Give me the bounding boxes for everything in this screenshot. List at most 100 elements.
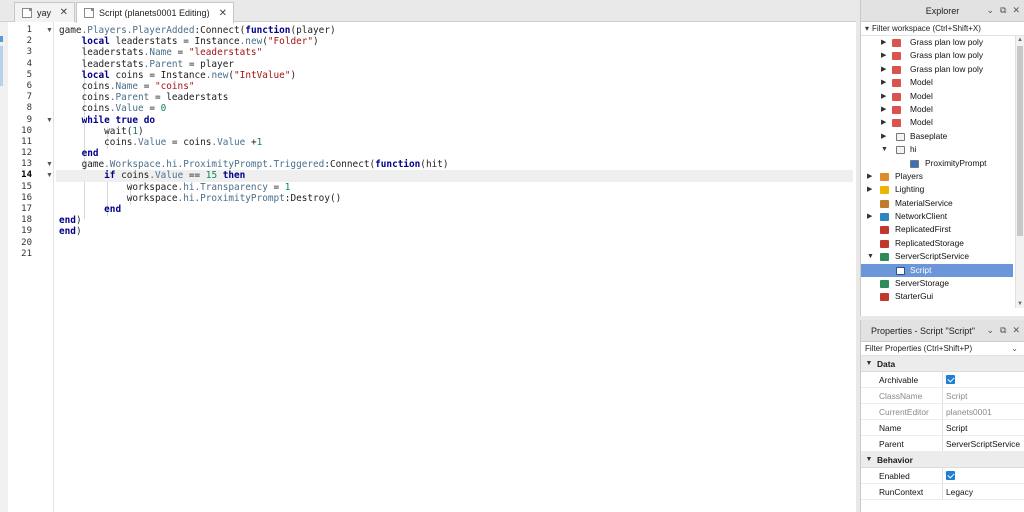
property-row-classname[interactable]: ClassName Script <box>861 388 1024 404</box>
collapse-arrow-icon[interactable]: ▼ <box>861 360 877 367</box>
script-editor[interactable]: yay ✕ Script (planets0001 Editing) ✕ 123… <box>0 0 856 512</box>
code-line[interactable]: while true do <box>59 115 849 126</box>
code-line[interactable]: end) <box>59 226 849 237</box>
property-row-runcontext[interactable]: RunContext Legacy <box>861 484 1024 500</box>
chevron-down-icon[interactable]: ⌄ <box>1011 344 1018 353</box>
property-row-parent[interactable]: Parent ServerScriptService <box>861 436 1024 452</box>
property-row-currenteditor[interactable]: CurrentEditor planets0001 <box>861 404 1024 420</box>
tree-item-grass-plan-low-poly[interactable]: ▶ Grass plan low poly <box>861 49 1013 62</box>
property-value[interactable]: Script <box>943 423 967 433</box>
collapse-arrow-icon[interactable]: ▶ <box>867 210 872 223</box>
tree-item-replicatedstorage[interactable]: ReplicatedStorage <box>861 237 1013 250</box>
code-line[interactable]: coins.Value = coins.Value +1 <box>59 137 849 148</box>
tree-item-label: Model <box>910 90 933 101</box>
tree-item-model[interactable]: ▶ Model <box>861 76 1013 89</box>
collapse-arrow-icon[interactable]: ▶ <box>881 36 886 49</box>
code-line[interactable]: leaderstats.Name = "leaderstats" <box>59 47 849 58</box>
code-line[interactable]: end <box>59 148 849 159</box>
close-icon[interactable]: ✕ <box>1012 5 1020 16</box>
close-icon[interactable]: ✕ <box>219 8 227 19</box>
code-line[interactable]: coins.Value = 0 <box>59 103 849 114</box>
code-line[interactable]: game.Players.PlayerAdded:Connect(functio… <box>59 25 849 36</box>
tree-item-hi[interactable]: ▼ hi <box>861 143 1013 156</box>
tab-yay[interactable]: yay ✕ <box>14 2 75 22</box>
tree-item-proximityprompt[interactable]: ProximityPrompt <box>861 157 1013 170</box>
explorer-tree[interactable]: ▶ Grass plan low poly ▶ Grass plan low poly… <box>861 36 1013 308</box>
tree-item-networkclient[interactable]: ▶ NetworkClient <box>861 210 1013 223</box>
property-row-archivable[interactable]: Archivable <box>861 372 1024 388</box>
code-line[interactable]: workspace.hi.ProximityPrompt:Destroy() <box>59 193 849 204</box>
archivable-checkbox[interactable] <box>946 375 955 384</box>
collapse-arrow-icon[interactable]: ▶ <box>881 63 886 76</box>
expand-arrow-icon[interactable]: ▼ <box>867 250 874 263</box>
code-line[interactable]: end) <box>59 215 849 226</box>
float-window-icon[interactable]: ⧉ <box>1000 325 1006 336</box>
code-line[interactable]: local coins = Instance.new("IntValue") <box>59 70 849 81</box>
explorer-scrollbar[interactable]: ▲ ▼ <box>1015 36 1024 308</box>
scrollbar-thumb[interactable] <box>1017 46 1023 236</box>
collapse-arrow-icon[interactable]: ▶ <box>881 49 886 62</box>
scroll-up-icon[interactable]: ▲ <box>1017 37 1023 43</box>
expand-arrow-icon[interactable]: ▼ <box>881 143 888 156</box>
explorer-filter-input[interactable]: ▾ Filter workspace (Ctrl+Shift+X) <box>861 22 1024 36</box>
tree-item-model[interactable]: ▶ Model <box>861 90 1013 103</box>
property-value[interactable]: Legacy <box>943 487 973 497</box>
section-behavior[interactable]: ▼ Behavior <box>861 452 1024 468</box>
code-line[interactable]: wait(1) <box>59 126 849 137</box>
tree-item-lighting[interactable]: ▶ Lighting <box>861 183 1013 196</box>
filter-placeholder: Filter Properties (Ctrl+Shift+P) <box>865 344 973 353</box>
tree-item-model[interactable]: ▶ Model <box>861 103 1013 116</box>
collapse-arrow-icon[interactable]: ▶ <box>881 116 886 129</box>
tree-item-serverstorage[interactable]: ServerStorage <box>861 277 1013 290</box>
collapse-arrow-icon[interactable]: ▶ <box>867 183 872 196</box>
line-number: 17 <box>21 204 32 214</box>
property-value[interactable]: ServerScriptService <box>943 439 1020 449</box>
enabled-checkbox[interactable] <box>946 471 955 480</box>
close-icon[interactable]: ✕ <box>60 7 68 18</box>
code-line[interactable]: local leaderstats = Instance.new("Folder… <box>59 36 849 47</box>
tree-item-model[interactable]: ▶ Model <box>861 116 1013 129</box>
property-row-name[interactable]: Name Script <box>861 420 1024 436</box>
tree-item-startergui[interactable]: StarterGui <box>861 290 1013 303</box>
code-line[interactable]: if coins.Value == 15 then <box>56 170 853 182</box>
chevron-down-icon[interactable]: ⌄ <box>986 325 994 336</box>
tree-item-grass-plan-low-poly[interactable]: ▶ Grass plan low poly <box>861 36 1013 49</box>
float-window-icon[interactable]: ⧉ <box>1000 5 1006 16</box>
collapse-arrow-icon[interactable]: ▶ <box>881 90 886 103</box>
collapse-arrow-icon[interactable]: ▶ <box>881 103 886 116</box>
fold-arrow-icon[interactable]: ▼ <box>46 161 53 168</box>
code-line[interactable] <box>59 249 849 260</box>
code-line[interactable] <box>59 238 849 249</box>
fold-arrow-icon[interactable]: ▼ <box>46 172 53 179</box>
tree-item-baseplate[interactable]: ▶ Baseplate <box>861 130 1013 143</box>
property-row-enabled[interactable]: Enabled <box>861 468 1024 484</box>
close-icon[interactable]: ✕ <box>1012 325 1020 336</box>
chevron-down-icon[interactable]: ⌄ <box>986 5 994 16</box>
code-line[interactable]: end <box>59 204 849 215</box>
code-line[interactable]: coins.Name = "coins" <box>59 81 849 92</box>
tree-item-materialservice[interactable]: MaterialService <box>861 197 1013 210</box>
replicated-first-icon <box>880 226 889 235</box>
tree-item-grass-plan-low-poly[interactable]: ▶ Grass plan low poly <box>861 63 1013 76</box>
properties-filter-input[interactable]: Filter Properties (Ctrl+Shift+P) ⌄ <box>861 342 1024 356</box>
tree-item-script[interactable]: Script <box>861 263 1013 278</box>
section-data[interactable]: ▼ Data <box>861 356 1024 372</box>
tree-item-serverscriptservice[interactable]: ▼ ServerScriptService <box>861 250 1013 263</box>
code-line[interactable]: coins.Parent = leaderstats <box>59 92 849 103</box>
filter-placeholder: Filter workspace (Ctrl+Shift+X) <box>872 24 981 33</box>
code-line[interactable]: leaderstats.Parent = player <box>59 59 849 70</box>
tree-item-players[interactable]: ▶ Players <box>861 170 1013 183</box>
tree-item-replicatedfirst[interactable]: ReplicatedFirst <box>861 223 1013 236</box>
code-area[interactable]: game.Players.PlayerAdded:Connect(functio… <box>56 25 853 260</box>
collapse-arrow-icon[interactable]: ▶ <box>881 76 886 89</box>
scroll-down-icon[interactable]: ▼ <box>1017 301 1023 307</box>
code-line[interactable]: workspace.hi.Transparency = 1 <box>59 182 849 193</box>
fold-arrow-icon[interactable]: ▼ <box>46 27 53 34</box>
tab-script[interactable]: Script (planets0001 Editing) ✕ <box>76 2 234 23</box>
fold-arrow-icon[interactable]: ▼ <box>46 117 53 124</box>
collapse-arrow-icon[interactable]: ▶ <box>867 170 872 183</box>
collapse-arrow-icon[interactable]: ▼ <box>861 456 877 463</box>
filter-icon[interactable]: ▾ <box>865 24 869 33</box>
code-line[interactable]: game.Workspace.hi.ProximityPrompt.Trigge… <box>59 159 849 170</box>
collapse-arrow-icon[interactable]: ▶ <box>881 130 886 143</box>
